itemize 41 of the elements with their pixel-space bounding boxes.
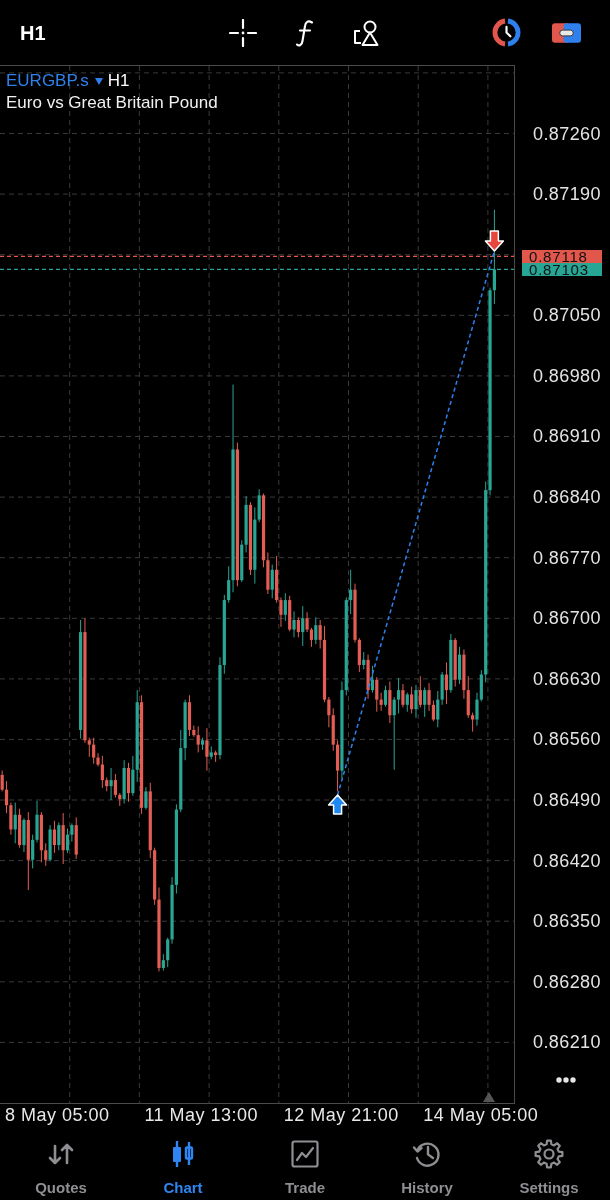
time-label: 11 May 13:00 bbox=[144, 1104, 259, 1126]
function-icon[interactable] bbox=[295, 18, 315, 47]
price-label: 0.86350 bbox=[533, 910, 601, 933]
down-arrow-icon bbox=[484, 230, 505, 252]
price-label: 0.87190 bbox=[533, 183, 601, 206]
price-label: 0.87050 bbox=[533, 304, 601, 327]
price-label: 0.86560 bbox=[533, 728, 601, 751]
price-label: 0.86700 bbox=[533, 607, 601, 630]
price-label: 0.87260 bbox=[533, 122, 601, 145]
tab[interactable]: History bbox=[366, 1132, 488, 1200]
shapes-icon[interactable] bbox=[352, 18, 380, 47]
price-label: 0.86490 bbox=[533, 789, 601, 812]
symbol-description: Euro vs Great Britain Pound bbox=[6, 92, 218, 114]
symbol-button[interactable]: EURGBP.s bbox=[6, 70, 89, 92]
price-label: 0.86420 bbox=[533, 849, 601, 872]
price-label: 0.86630 bbox=[533, 667, 601, 690]
timeframe-button[interactable]: H1 bbox=[20, 20, 46, 45]
tab[interactable]: Quotes bbox=[0, 1132, 122, 1200]
price-label: 0.86210 bbox=[533, 1031, 601, 1054]
price-label: 0.86280 bbox=[533, 970, 601, 993]
history-icon bbox=[412, 1139, 442, 1169]
tab[interactable]: Chart bbox=[122, 1132, 244, 1200]
more-icon[interactable] bbox=[556, 1077, 576, 1083]
tab[interactable]: Settings bbox=[488, 1132, 610, 1200]
clock-ring-icon[interactable] bbox=[492, 18, 521, 47]
price-label: 0.86840 bbox=[533, 486, 601, 509]
price-label: 0.86980 bbox=[533, 364, 601, 387]
price-tag: 0.87118 bbox=[522, 249, 602, 263]
crosshair-icon[interactable] bbox=[229, 18, 257, 47]
price-label: 0.86770 bbox=[533, 546, 601, 569]
price-label: 0.86910 bbox=[533, 425, 601, 448]
up-arrow-icon bbox=[327, 794, 348, 815]
chart-timeframe: H1 bbox=[107, 70, 130, 92]
settings-icon bbox=[534, 1139, 564, 1169]
time-label: 12 May 21:00 bbox=[283, 1104, 399, 1126]
toggle-icon[interactable] bbox=[552, 22, 581, 43]
caret-icon[interactable] bbox=[94, 77, 103, 85]
line-chart-icon bbox=[290, 1139, 320, 1169]
time-label: 8 May 05:00 bbox=[5, 1104, 110, 1126]
tab[interactable]: Trade bbox=[244, 1132, 366, 1200]
time-label: 14 May 05:00 bbox=[423, 1104, 539, 1126]
